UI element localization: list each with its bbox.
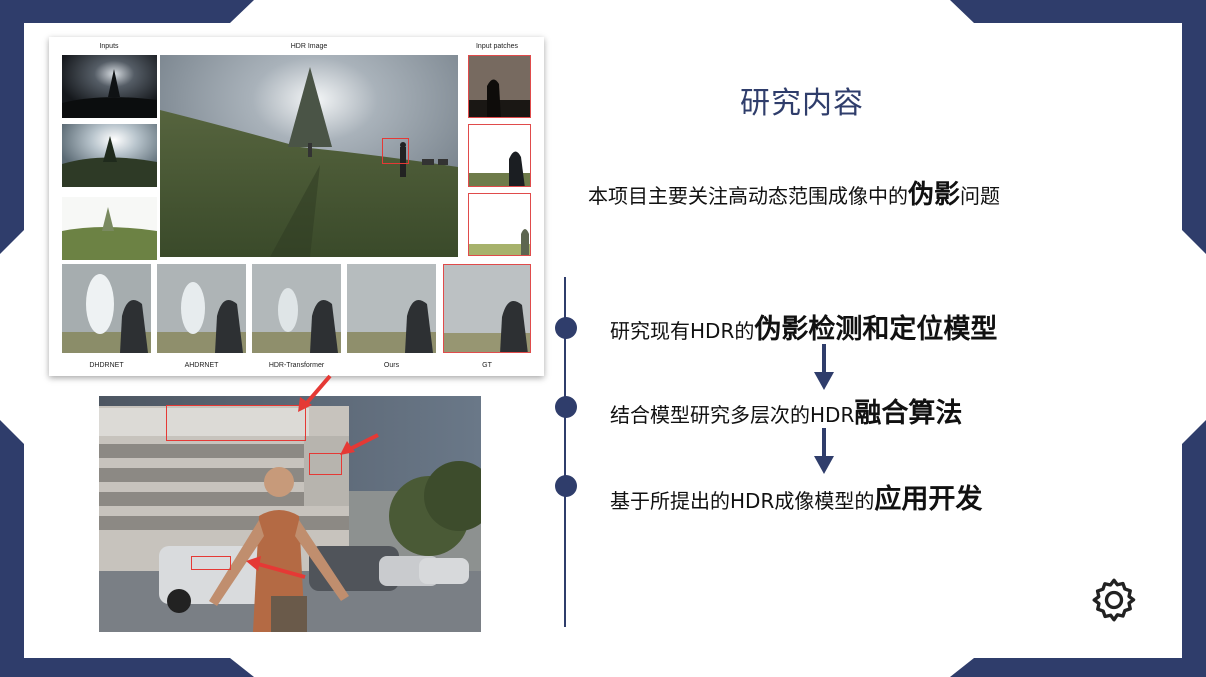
down-arrow-2 [814, 428, 834, 474]
subtitle-bold: 伪影 [908, 180, 961, 210]
timeline-dot-3 [555, 475, 577, 497]
slide-subtitle: 本项目主要关注高动态范围成像中的伪影问题 [588, 174, 1000, 211]
item-3-bold: 应用开发 [874, 484, 983, 515]
content-item-2: 结合模型研究多层次的HDR融合算法 [610, 391, 962, 430]
subtitle-suffix: 问题 [960, 184, 1001, 208]
timeline-dot-2 [555, 396, 577, 418]
gear-icon[interactable] [1089, 575, 1139, 629]
timeline-dot-1 [555, 317, 577, 339]
down-arrow-1 [814, 344, 834, 390]
subtitle-prefix: 本项目主要关注高动态范围成像中的 [588, 184, 908, 208]
item-1-bold: 伪影检测和定位模型 [754, 314, 998, 345]
item-2-bold: 融合算法 [854, 398, 963, 429]
red-arrows [246, 374, 379, 579]
content-item-3: 基于所提出的HDR成像模型的应用开发 [610, 477, 982, 516]
slide-title: 研究内容 [740, 86, 864, 121]
item-2-prefix: 结合模型研究多层次的HDR [610, 403, 855, 427]
item-3-prefix: 基于所提出的HDR成像模型的 [610, 489, 875, 513]
item-1-prefix: 研究现有HDR的 [610, 319, 755, 343]
content-item-1: 研究现有HDR的伪影检测和定位模型 [610, 307, 997, 346]
